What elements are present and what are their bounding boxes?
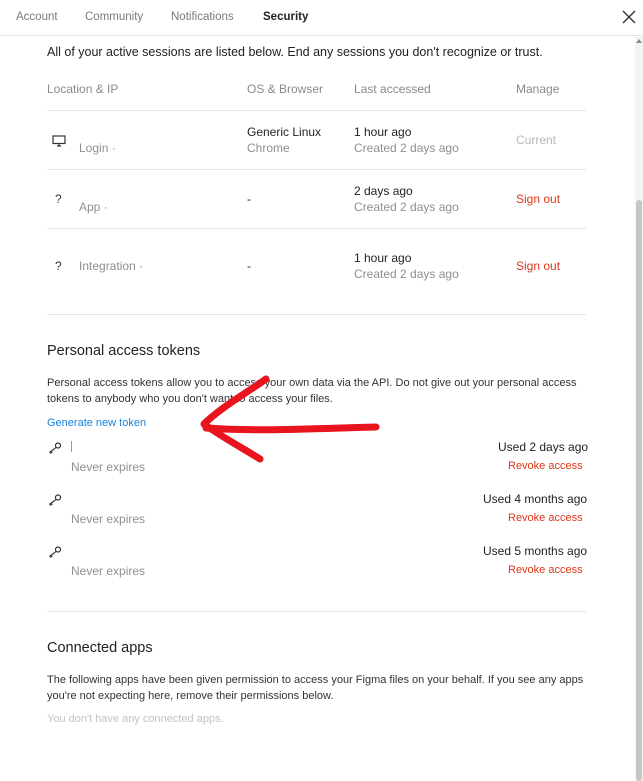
sessions-intro: All of your active sessions are listed b…: [47, 45, 543, 59]
connected-apps-description: The following apps have been given permi…: [47, 674, 584, 702]
table-header-divider: [47, 110, 586, 111]
section-divider: [47, 611, 586, 612]
generate-token-link[interactable]: Generate new token: [47, 417, 146, 429]
token-last-used: Used 4 months ago: [483, 492, 588, 506]
session-created: Created 2 days ago: [354, 267, 459, 281]
key-icon: [49, 442, 62, 454]
scroll-up-arrow[interactable]: [636, 39, 642, 43]
session-created: Created 2 days ago: [354, 141, 459, 155]
key-icon: [49, 494, 62, 506]
session-location: Login ·: [79, 141, 116, 155]
scrollbar-thumb[interactable]: [636, 200, 642, 781]
session-browser: Chrome: [247, 141, 290, 155]
token-last-used: Used 5 months ago: [483, 544, 588, 558]
session-location: App ·: [79, 200, 108, 214]
tab-security[interactable]: Security: [263, 11, 308, 23]
token-name-cursor: [71, 441, 72, 452]
connected-apps-empty-state: You don't have any connected apps.: [47, 713, 224, 725]
row-divider: [47, 228, 586, 229]
token-expiry: Never expires: [71, 512, 146, 526]
revoke-access-button[interactable]: Revoke access: [508, 460, 583, 472]
close-icon[interactable]: [621, 9, 637, 25]
monitor-icon: [52, 135, 66, 147]
sign-out-button[interactable]: Sign out: [516, 192, 560, 206]
row-divider: [47, 169, 586, 170]
revoke-access-button[interactable]: Revoke access: [508, 564, 583, 576]
tab-account[interactable]: Account: [16, 11, 58, 23]
session-current-label: Current: [516, 133, 557, 147]
session-os: Generic Linux: [247, 125, 322, 139]
token-expiry: Never expires: [71, 564, 146, 578]
token-last-used: Used 2 days ago: [498, 440, 589, 454]
column-header-location: Location & IP: [47, 82, 119, 96]
connected-apps-title: Connected apps: [47, 640, 153, 656]
column-header-last-accessed: Last accessed: [354, 82, 431, 96]
session-os: -: [247, 192, 251, 206]
session-last-accessed: 2 days ago: [354, 184, 413, 198]
unknown-device-icon: ?: [55, 259, 62, 273]
tab-notifications[interactable]: Notifications: [171, 11, 234, 23]
section-divider: [47, 314, 586, 315]
session-last-accessed: 1 hour ago: [354, 125, 412, 139]
session-created: Created 2 days ago: [354, 200, 459, 214]
column-header-manage: Manage: [516, 82, 560, 96]
column-header-os: OS & Browser: [247, 82, 324, 96]
sign-out-button[interactable]: Sign out: [516, 259, 560, 273]
key-icon: [49, 546, 62, 558]
tokens-description: Personal access tokens allow you to acce…: [47, 377, 577, 405]
unknown-device-icon: ?: [55, 192, 62, 206]
tab-community[interactable]: Community: [85, 11, 143, 23]
tokens-section-title: Personal access tokens: [47, 343, 201, 359]
session-os: -: [247, 259, 251, 273]
token-expiry: Never expires: [71, 460, 146, 474]
session-location: Integration ·: [79, 259, 144, 273]
revoke-access-button[interactable]: Revoke access: [508, 512, 583, 524]
session-last-accessed: 1 hour ago: [354, 251, 412, 265]
settings-tab-bar: Account Community Notifications Security: [0, 0, 643, 36]
